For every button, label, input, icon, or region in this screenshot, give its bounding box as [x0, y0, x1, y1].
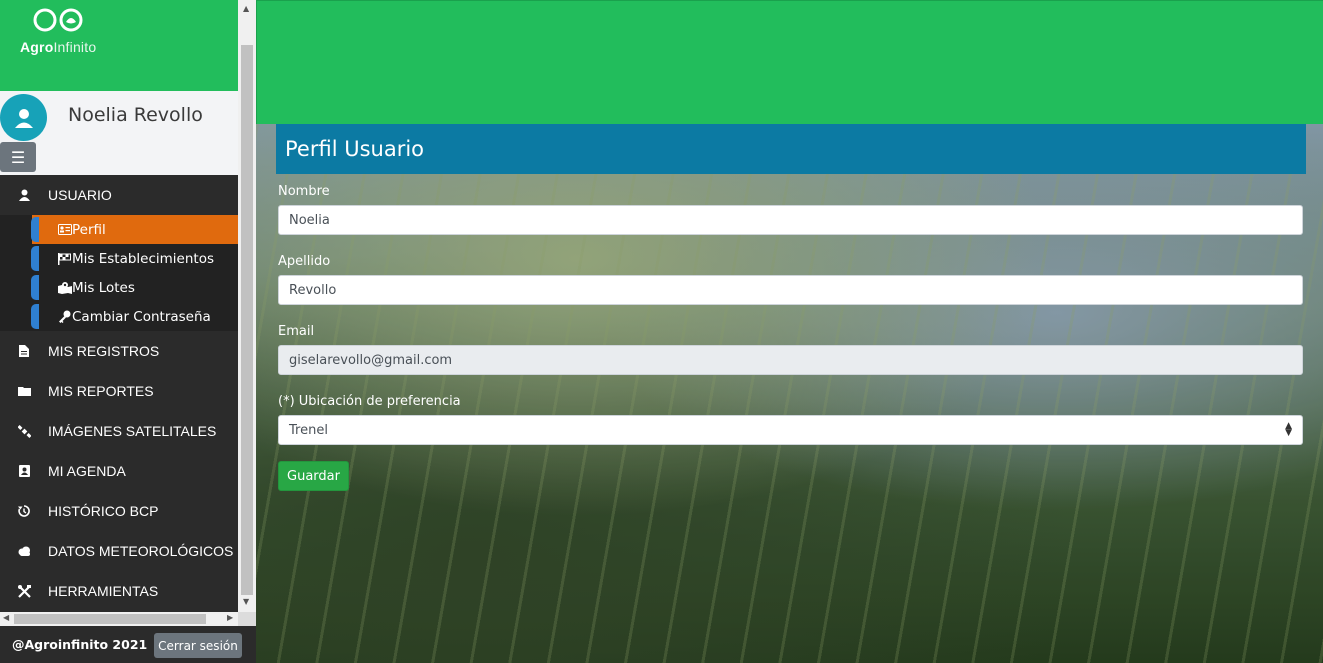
ubicacion-label: (*) Ubicación de preferencia [278, 394, 461, 409]
apellido-input[interactable]: Revollo [278, 275, 1303, 305]
sidebar-item-cambiar-contrasena[interactable]: Cambiar Contraseña [0, 302, 238, 331]
profile-form: Nombre Noelia Apellido Revollo Email gis… [278, 184, 1303, 491]
nav-usuario-label: USUARIO [48, 187, 112, 203]
scrollbar-corner [238, 612, 256, 626]
sidebar-item-mis-establecimientos[interactable]: Mis Establecimientos [0, 244, 238, 273]
sidebar-vertical-scrollbar[interactable]: ▲ ▼ [238, 0, 256, 612]
email-label: Email [278, 324, 315, 339]
nav-imagenes-satelitales-label: IMÁGENES SATELITALES [48, 423, 217, 439]
nav-datos-meteorologicos[interactable]: DATOS METEOROLÓGICOS [0, 531, 238, 571]
file-icon [0, 345, 48, 357]
scroll-up-arrow-icon[interactable]: ▲ [243, 4, 249, 13]
top-bar [256, 0, 1323, 124]
id-card-icon [40, 224, 72, 235]
flag-checkered-icon [40, 252, 72, 265]
nav-mis-reportes[interactable]: MIS REPORTES [0, 371, 238, 411]
sidebar-item-label: Perfil [72, 221, 106, 238]
nav-mi-agenda[interactable]: MI AGENDA [0, 451, 238, 491]
logout-button[interactable]: Cerrar sesión [154, 633, 242, 658]
nav-imagenes-satelitales[interactable]: IMÁGENES SATELITALES [0, 411, 238, 451]
copyright-text: @Agroinfinito 2021 [12, 637, 148, 652]
email-field: giselarevollo@gmail.com [278, 345, 1303, 375]
ubicacion-select[interactable]: Trenel ▲ ▼ [278, 415, 1303, 445]
nombre-input[interactable]: Noelia [278, 205, 1303, 235]
horizontal-scroll-thumb[interactable] [14, 614, 206, 624]
sidebar-item-perfil[interactable]: Perfil [31, 215, 238, 244]
nav-mis-reportes-label: MIS REPORTES [48, 383, 154, 399]
nombre-label: Nombre [278, 184, 330, 199]
nav-mi-agenda-label: MI AGENDA [48, 463, 126, 479]
nav-mis-registros[interactable]: MIS REGISTROS [0, 331, 238, 371]
infinity-leaf-logo-icon [33, 8, 83, 32]
nav-historico-bcp[interactable]: HISTÓRICO BCP [0, 491, 238, 531]
page-title: Perfil Usuario [276, 124, 1306, 174]
nav-datos-meteorologicos-label: DATOS METEOROLÓGICOS [48, 543, 234, 559]
folder-icon [0, 386, 48, 396]
nav-herramientas-label: HERRAMIENTAS [48, 583, 159, 599]
user-box: Noelia Revollo ☰ [0, 91, 238, 175]
apellido-label: Apellido [278, 254, 331, 269]
user-avatar-icon [0, 94, 47, 141]
scroll-left-arrow-icon[interactable]: ◀ [3, 613, 9, 622]
history-icon [0, 505, 48, 517]
scroll-right-arrow-icon[interactable]: ▶ [227, 613, 233, 622]
satellite-icon [0, 424, 48, 438]
hamburger-icon: ☰ [10, 147, 26, 167]
user-icon [0, 189, 48, 201]
tools-icon [0, 584, 48, 598]
sidebar-item-label: Mis Lotes [72, 279, 135, 296]
nav-mis-registros-label: MIS REGISTROS [48, 343, 160, 359]
vertical-scroll-thumb[interactable] [241, 45, 253, 595]
sidebar-item-label: Mis Establecimientos [72, 250, 215, 267]
select-caret-icon: ▲ ▼ [1285, 421, 1292, 438]
user-name: Noelia Revollo [68, 104, 203, 126]
sidebar-scroll-area: AgroInfinito Noelia Revollo ☰ USUARIO Pe… [0, 0, 238, 612]
nav-herramientas[interactable]: HERRAMIENTAS [0, 571, 238, 611]
ubicacion-selected-value: Trenel [289, 422, 328, 438]
map-marked-icon [40, 281, 72, 294]
email-group: Email giselarevollo@gmail.com [278, 324, 1303, 375]
sidebar-item-mis-lotes[interactable]: Mis Lotes [0, 273, 238, 302]
nav-historico-bcp-label: HISTÓRICO BCP [48, 503, 159, 519]
main-content: Perfil Usuario Nombre Noelia Apellido Re… [256, 124, 1323, 663]
sidebar: AgroInfinito Noelia Revollo ☰ USUARIO Pe… [0, 0, 256, 663]
brand-logo-text: AgroInfinito [20, 39, 97, 55]
brand-header: AgroInfinito [0, 0, 238, 91]
nav-usuario[interactable]: USUARIO [0, 175, 238, 215]
save-button[interactable]: Guardar [278, 461, 349, 491]
address-book-icon [0, 465, 48, 477]
key-icon [40, 310, 72, 323]
sidebar-item-label: Cambiar Contraseña [72, 308, 211, 325]
ubicacion-group: (*) Ubicación de preferencia Trenel ▲ ▼ [278, 394, 1303, 445]
usuario-submenu: Perfil Mis Establecimientos Mis Lotes Ca… [0, 215, 238, 331]
cloud-icon [0, 546, 48, 556]
scroll-down-arrow-icon[interactable]: ▼ [243, 597, 249, 606]
nombre-group: Nombre Noelia [278, 184, 1303, 235]
apellido-group: Apellido Revollo [278, 254, 1303, 305]
sidebar-horizontal-scrollbar[interactable]: ◀ ▶ [0, 612, 238, 626]
sidebar-footer: @Agroinfinito 2021 Cerrar sesión [0, 626, 256, 663]
sidebar-nav: USUARIO Perfil Mis Establecimientos Mis … [0, 175, 238, 611]
menu-toggle-button[interactable]: ☰ [0, 142, 36, 172]
